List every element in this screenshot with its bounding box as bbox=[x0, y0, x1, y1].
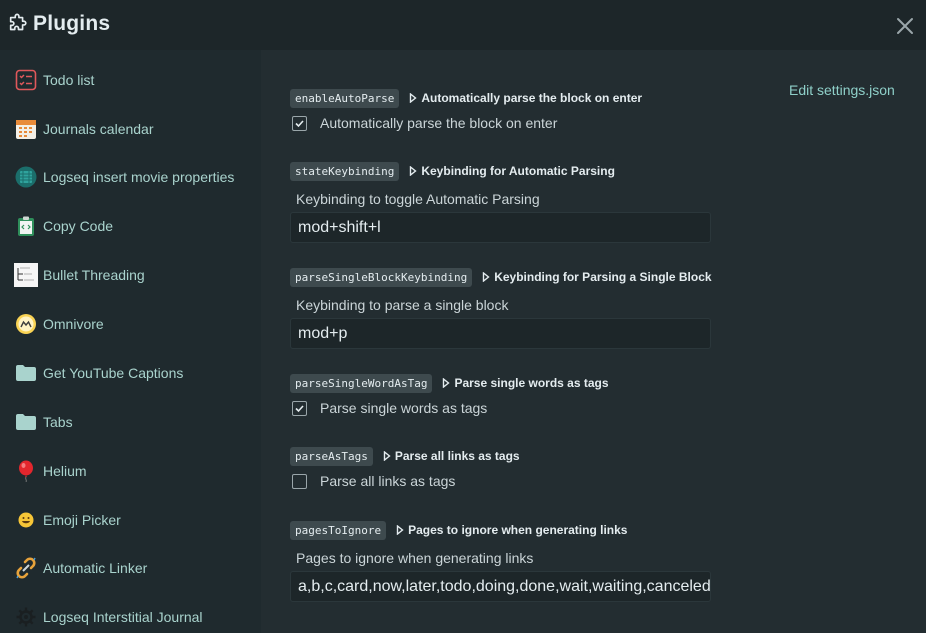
sidebar-item-label: Helium bbox=[43, 463, 87, 479]
plugins-header: Plugins bbox=[0, 0, 926, 50]
sidebar-item-helium[interactable]: Helium bbox=[0, 451, 261, 491]
setting-description: Pages to ignore when generating links bbox=[296, 550, 534, 566]
setting-parse-as-tags: parseAsTags Parse all links as tags Pars… bbox=[290, 446, 520, 489]
pages-to-ignore-input[interactable]: a,b,c,card,now,later,todo,doing,done,wai… bbox=[290, 571, 711, 602]
checkmark-icon bbox=[295, 404, 304, 412]
sidebar-item-automatic-linker[interactable]: Automatic Linker bbox=[0, 548, 261, 588]
checkbox-row: Parse single words as tags bbox=[290, 400, 609, 416]
sidebar-item-interstitial-journal[interactable]: Logseq Interstitial Journal bbox=[0, 597, 261, 633]
setting-heading: Keybinding for Automatic Parsing bbox=[421, 164, 615, 178]
checkbox-row: Parse all links as tags bbox=[290, 473, 520, 489]
title-wrap: Plugins bbox=[7, 12, 110, 36]
sidebar-item-label: Journals calendar bbox=[43, 121, 154, 137]
sidebar-item-journals-calendar[interactable]: Journals calendar bbox=[0, 109, 261, 149]
folder-icon bbox=[14, 361, 38, 385]
balloon-icon bbox=[14, 459, 38, 483]
sidebar-item-label: Omnivore bbox=[43, 316, 104, 332]
keybinding-input[interactable]: mod+shift+l bbox=[290, 212, 711, 243]
bullet-threading-thumbnail-icon bbox=[14, 263, 38, 287]
caret-right-icon[interactable] bbox=[396, 525, 404, 535]
checkbox-label: Automatically parse the block on enter bbox=[320, 115, 558, 131]
sidebar-item-copy-code[interactable]: Copy Code bbox=[0, 206, 261, 246]
edit-settings-json-link[interactable]: Edit settings.json bbox=[789, 82, 895, 98]
setting-description: Keybinding to parse a single block bbox=[296, 297, 509, 313]
setting-key-tag: parseSingleBlockKeybinding bbox=[290, 267, 473, 287]
setting-heading: Parse single words as tags bbox=[454, 376, 609, 390]
setting-header: enableAutoParse Automatically parse the … bbox=[290, 88, 642, 108]
sidebar-item-label: Logseq Interstitial Journal bbox=[43, 609, 203, 625]
calendar-icon bbox=[14, 117, 38, 141]
folder-icon bbox=[14, 410, 38, 434]
setting-header: parseSingleWordAsTag Parse single words … bbox=[290, 373, 609, 393]
setting-pages-to-ignore: pagesToIgnore Pages to ignore when gener… bbox=[290, 520, 711, 602]
sidebar-item-label: Logseq insert movie properties bbox=[43, 169, 235, 185]
keybinding-input[interactable]: mod+p bbox=[290, 318, 711, 349]
sidebar-item-bullet-threading[interactable]: Bullet Threading bbox=[0, 255, 261, 295]
sidebar-item-label: Get YouTube Captions bbox=[43, 365, 184, 381]
setting-key-tag: parseSingleWordAsTag bbox=[290, 373, 433, 393]
checkbox[interactable] bbox=[292, 400, 307, 416]
caret-right-icon[interactable] bbox=[409, 93, 417, 103]
sidebar-item-label: Automatic Linker bbox=[43, 560, 148, 576]
puzzle-icon bbox=[9, 13, 27, 31]
checkbox[interactable] bbox=[292, 473, 307, 489]
caret-right-icon[interactable] bbox=[383, 451, 391, 461]
emoji-icon bbox=[14, 508, 38, 532]
close-icon[interactable] bbox=[893, 14, 917, 38]
sidebar-item-label: Emoji Picker bbox=[43, 512, 121, 528]
sidebar-item-label: Bullet Threading bbox=[43, 267, 145, 283]
setting-parse-single-block-keybinding: parseSingleBlockKeybinding Keybinding fo… bbox=[290, 267, 712, 349]
sidebar-item-todo-list[interactable]: Todo list bbox=[0, 60, 261, 100]
page-title: Plugins bbox=[33, 12, 111, 35]
sidebar-item-omnivore[interactable]: Omnivore bbox=[0, 304, 261, 344]
sidebar-item-label: Todo list bbox=[43, 72, 95, 88]
todo-list-icon bbox=[14, 68, 38, 92]
sidebar-item-label: Copy Code bbox=[43, 218, 114, 234]
setting-description: Keybinding to toggle Automatic Parsing bbox=[296, 191, 540, 207]
sidebar-item-emoji-picker[interactable]: Emoji Picker bbox=[0, 500, 261, 540]
setting-key-tag: enableAutoParse bbox=[290, 88, 400, 108]
clipboard-code-icon bbox=[14, 214, 38, 238]
caret-right-icon[interactable] bbox=[442, 378, 451, 388]
setting-header: parseSingleBlockKeybinding Keybinding fo… bbox=[290, 267, 712, 287]
checkbox-label: Parse all links as tags bbox=[320, 473, 456, 489]
gear-icon bbox=[14, 605, 38, 629]
link-icon bbox=[14, 556, 38, 580]
setting-heading: Keybinding for Parsing a Single Block bbox=[494, 270, 712, 284]
checkmark-icon bbox=[295, 119, 304, 127]
caret-right-icon[interactable] bbox=[409, 166, 417, 176]
plugin-settings-panel: Edit settings.json enableAutoParse Autom… bbox=[261, 50, 926, 633]
setting-enable-auto-parse: enableAutoParse Automatically parse the … bbox=[290, 88, 642, 131]
setting-heading: Automatically parse the block on enter bbox=[421, 91, 643, 105]
setting-key-tag: pagesToIgnore bbox=[290, 520, 387, 540]
plugin-sidebar: Todo list Journals calendar Logseq inser… bbox=[0, 50, 261, 633]
setting-heading: Parse all links as tags bbox=[394, 449, 520, 463]
setting-key-tag: parseAsTags bbox=[290, 446, 373, 466]
caret-right-icon[interactable] bbox=[482, 272, 490, 282]
checkbox-label: Parse single words as tags bbox=[320, 400, 488, 416]
movie-icon bbox=[14, 165, 38, 189]
setting-header: parseAsTags Parse all links as tags bbox=[290, 446, 520, 466]
setting-state-keybinding: stateKeybinding Keybinding for Automatic… bbox=[290, 161, 711, 243]
sidebar-item-movie-properties[interactable]: Logseq insert movie properties bbox=[0, 157, 261, 197]
setting-parse-single-word-as-tag: parseSingleWordAsTag Parse single words … bbox=[290, 373, 609, 416]
setting-header: pagesToIgnore Pages to ignore when gener… bbox=[290, 520, 711, 540]
checkbox[interactable] bbox=[292, 115, 307, 131]
sidebar-item-label: Tabs bbox=[43, 414, 73, 430]
omnivore-icon bbox=[14, 312, 38, 336]
setting-heading: Pages to ignore when generating links bbox=[408, 523, 628, 537]
checkbox-row: Automatically parse the block on enter bbox=[290, 115, 642, 131]
setting-key-tag: stateKeybinding bbox=[290, 161, 400, 181]
sidebar-item-youtube-captions[interactable]: Get YouTube Captions bbox=[0, 353, 261, 393]
setting-header: stateKeybinding Keybinding for Automatic… bbox=[290, 161, 711, 181]
sidebar-item-tabs[interactable]: Tabs bbox=[0, 402, 261, 442]
